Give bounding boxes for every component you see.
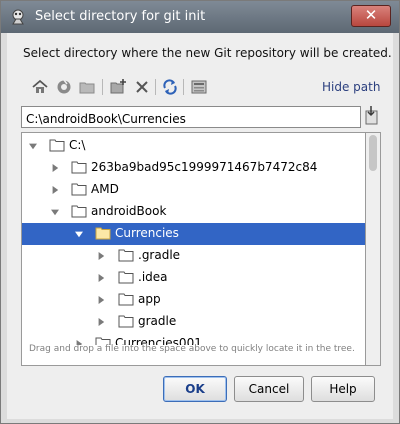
path-input[interactable] — [21, 106, 361, 128]
folder-icon — [95, 227, 111, 240]
show-hidden-icon[interactable] — [190, 78, 208, 96]
expanded-arrow-icon[interactable] — [29, 141, 37, 151]
tree-item-amd[interactable]: AMD — [22, 179, 365, 201]
toolbar-separator — [102, 79, 103, 95]
help-button[interactable]: Help — [311, 376, 375, 402]
tree-item-currencies[interactable]: Currencies — [22, 223, 365, 245]
folder-icon — [71, 183, 87, 196]
tree-item-label: .gradle — [138, 248, 181, 262]
delete-icon[interactable] — [133, 78, 151, 96]
module-folder-icon[interactable] — [78, 78, 96, 96]
toolbar: Hide path — [21, 76, 381, 98]
toolbar-separator — [155, 79, 156, 95]
tree-item-idea[interactable]: .idea — [22, 267, 365, 289]
drag-drop-hint: Drag and drop a file into the space abov… — [29, 344, 355, 354]
expanded-arrow-icon[interactable] — [75, 229, 83, 239]
dialog-body: Select directory where the new Git repos… — [7, 33, 393, 419]
folder-icon — [118, 315, 134, 328]
folder-icon — [49, 139, 65, 152]
tree-item-gradle[interactable]: gradle — [22, 311, 365, 333]
refresh-icon[interactable] — [161, 78, 179, 96]
close-button[interactable]: ✕ — [351, 5, 391, 27]
folder-icon — [71, 205, 87, 218]
tree-item-label: .idea — [138, 270, 168, 284]
folder-icon — [118, 271, 134, 284]
path-history-icon[interactable] — [364, 106, 380, 126]
home-icon[interactable] — [31, 78, 49, 96]
description-text: Select directory where the new Git repos… — [23, 46, 392, 60]
collapsed-arrow-icon[interactable] — [51, 163, 59, 173]
tree-item-label: Currencies — [115, 226, 179, 240]
ok-button[interactable]: OK — [163, 376, 227, 402]
hide-path-link[interactable]: Hide path — [322, 80, 380, 94]
title-bar[interactable]: Select directory for git init ✕ — [1, 1, 399, 33]
tree-item-androidbook[interactable]: androidBook — [22, 201, 365, 223]
tree-item-label: C:\ — [69, 138, 86, 152]
toolbar-separator — [183, 79, 184, 95]
folder-icon — [71, 161, 87, 174]
collapsed-arrow-icon[interactable] — [97, 317, 105, 327]
tree-item-app[interactable]: app — [22, 289, 365, 311]
collapsed-arrow-icon[interactable] — [97, 251, 105, 261]
tree-item-c-drive[interactable]: C:\ — [22, 135, 365, 157]
app-icon — [12, 9, 24, 25]
directory-tree[interactable]: C:\ 263ba9bad95c1999971467b7472c84 AMD a… — [21, 132, 366, 366]
tree-item-label: 263ba9bad95c1999971467b7472c84 — [91, 160, 318, 174]
tree-item-label: app — [138, 292, 161, 306]
window-title: Select directory for git init — [35, 9, 206, 24]
tree-item-gradle-hidden[interactable]: .gradle — [22, 245, 365, 267]
folder-icon — [118, 293, 134, 306]
scrollbar-thumb[interactable] — [369, 135, 377, 171]
folder-icon — [118, 249, 134, 262]
new-folder-icon[interactable] — [109, 78, 127, 96]
tree-item-label: androidBook — [91, 204, 167, 218]
tree-item-263ba9[interactable]: 263ba9bad95c1999971467b7472c84 — [22, 157, 365, 179]
git-init-dialog: Select directory for git init ✕ Select d… — [0, 0, 400, 424]
collapsed-arrow-icon[interactable] — [51, 185, 59, 195]
expanded-arrow-icon[interactable] — [51, 207, 59, 217]
tree-scrollbar[interactable] — [366, 132, 381, 366]
tree-item-label: AMD — [91, 182, 119, 196]
collapsed-arrow-icon[interactable] — [97, 273, 105, 283]
tree-item-label: gradle — [138, 314, 177, 328]
collapsed-arrow-icon[interactable] — [97, 295, 105, 305]
project-icon[interactable] — [55, 78, 73, 96]
close-icon: ✕ — [364, 6, 378, 24]
cancel-button[interactable]: Cancel — [234, 376, 304, 402]
